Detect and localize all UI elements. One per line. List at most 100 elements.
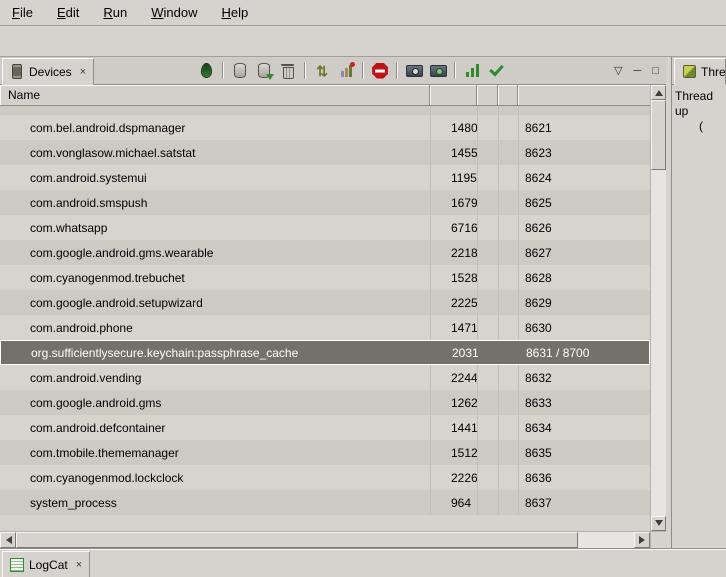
process-table-body: com.bel.android.dspmanager14808621com.vo…	[0, 106, 650, 531]
scroll-right-button[interactable]	[634, 532, 650, 548]
table-row[interactable]: system_process9648637	[0, 490, 650, 515]
table-row[interactable]: com.cyanogenmod.lockclock22265 8636	[0, 465, 650, 490]
tab-devices-close-icon[interactable]: ×	[80, 66, 86, 78]
process-port-cell: 8633	[518, 390, 650, 415]
column-header-port[interactable]	[518, 85, 650, 105]
empty-cell	[478, 341, 499, 364]
table-row[interactable]: com.bel.android.dspmanager14808621	[0, 115, 650, 140]
table-row[interactable]: com.vonglasow.michael.satstat145538623	[0, 140, 650, 165]
table-row[interactable]: com.android.vending224408632	[0, 365, 650, 390]
tab-devices-label: Devices	[29, 65, 72, 79]
menu-file[interactable]: File	[12, 5, 33, 20]
horizontal-scroll-track[interactable]	[578, 532, 634, 548]
empty-cell	[498, 140, 518, 165]
empty-cell	[498, 465, 518, 490]
table-row[interactable]: com.google.android.gms126238633	[0, 390, 650, 415]
process-name-cell: com.cyanogenmod.trebuchet	[0, 265, 430, 290]
horizontal-scrollbar[interactable]	[0, 531, 650, 548]
debug-process-icon[interactable]	[194, 60, 218, 82]
start-method-profiling-icon[interactable]	[334, 60, 358, 82]
empty-cell	[477, 465, 498, 490]
threads-content: Thread up (	[672, 85, 726, 548]
vertical-scroll-thumb[interactable]	[651, 100, 666, 170]
process-name-cell: com.vonglasow.michael.satstat	[0, 140, 430, 165]
process-name-cell: com.google.android.gms.wearable	[0, 240, 430, 265]
empty-cell	[498, 240, 518, 265]
table-row[interactable]: com.google.android.setupwizard22250 8629	[0, 290, 650, 315]
table-row[interactable]: com.google.android.gms.wearable221858627	[0, 240, 650, 265]
table-row[interactable]: com.android.smspush16798625	[0, 190, 650, 215]
logcat-icon	[10, 558, 24, 572]
main-area: Devices × ▽ ─ □ Name	[0, 57, 726, 548]
sysinfo-icon[interactable]	[460, 60, 484, 82]
scroll-up-button[interactable]	[651, 85, 666, 100]
empty-cell	[477, 190, 498, 215]
menu-edit[interactable]: Edit	[57, 5, 79, 20]
process-name-cell: com.cyanogenmod.lockclock	[0, 465, 430, 490]
menu-window[interactable]: Window	[151, 5, 197, 20]
empty-cell	[477, 490, 498, 515]
vertical-scrollbar[interactable]	[650, 85, 666, 531]
maximize-icon[interactable]: □	[652, 65, 659, 77]
empty-cell	[498, 315, 518, 340]
toolbar-strip	[0, 26, 726, 57]
column-header-pid[interactable]	[430, 85, 477, 105]
process-port-cell: 8623	[518, 140, 650, 165]
toolbar-separator	[396, 62, 398, 79]
tab-logcat-close-icon[interactable]: ×	[76, 559, 82, 571]
tab-threads[interactable]: Threa	[674, 58, 726, 85]
column-header-name[interactable]: Name	[0, 85, 430, 105]
process-name-cell: com.bel.android.dspmanager	[0, 115, 430, 140]
process-name-cell: com.google.android.gms	[0, 390, 430, 415]
process-port-cell: 8636	[518, 465, 650, 490]
stop-process-icon[interactable]	[368, 60, 392, 82]
cause-gc-icon[interactable]	[276, 60, 300, 82]
column-header-empty1[interactable]	[477, 85, 498, 105]
menu-help[interactable]: Help	[221, 5, 248, 20]
process-pid-cell: 6716	[430, 215, 477, 240]
menu-run[interactable]: Run	[103, 5, 127, 20]
column-header-empty2[interactable]	[498, 85, 518, 105]
empty-cell	[498, 490, 518, 515]
tracer-icon[interactable]	[484, 60, 508, 82]
table-row[interactable]: com.android.systemui11958624	[0, 165, 650, 190]
process-pid-cell: 22250	[430, 290, 477, 315]
process-pid-cell: 1480	[430, 115, 477, 140]
table-row[interactable]: com.android.phone14718630	[0, 315, 650, 340]
tab-devices[interactable]: Devices ×	[2, 58, 94, 85]
empty-cell	[477, 240, 498, 265]
minimize-icon[interactable]: ─	[634, 65, 642, 77]
arrow-left-icon	[2, 536, 12, 544]
empty-cell	[477, 415, 498, 440]
table-header: Name	[0, 85, 650, 106]
dump-hprof-icon[interactable]	[252, 60, 276, 82]
view-menu-icon[interactable]: ▽	[614, 64, 622, 77]
toolbar-separator	[362, 62, 364, 79]
screen-capture-icon[interactable]	[402, 60, 426, 82]
scrollbar-corner	[650, 531, 666, 548]
update-heap-icon[interactable]	[228, 60, 252, 82]
empty-cell	[477, 215, 498, 240]
horizontal-scroll-thumb[interactable]	[16, 532, 578, 548]
process-pid-cell: 22185	[430, 240, 477, 265]
process-port-cell: 8637	[518, 490, 650, 515]
vertical-scroll-track[interactable]	[651, 170, 666, 516]
table-row-partial	[0, 106, 650, 115]
scroll-down-button[interactable]	[651, 516, 666, 531]
tab-logcat[interactable]: LogCat ×	[2, 551, 90, 577]
table-row[interactable]: com.android.defcontainer144118634	[0, 415, 650, 440]
capture-video-icon[interactable]	[426, 60, 450, 82]
table-row[interactable]: com.tmobile.thememanager15128635	[0, 440, 650, 465]
table-row[interactable]: com.whatsapp67168626	[0, 215, 650, 240]
process-name-cell: org.sufficientlysecure.keychain:passphra…	[1, 341, 431, 364]
process-name-cell: com.google.android.setupwizard	[0, 290, 430, 315]
process-pid-cell: 22265	[430, 465, 477, 490]
table-row[interactable]: org.sufficientlysecure.keychain:passphra…	[0, 340, 650, 365]
process-pid-cell: 14411	[430, 415, 477, 440]
table-row[interactable]: com.cyanogenmod.trebuchet15288628	[0, 265, 650, 290]
scroll-left-button[interactable]	[0, 532, 16, 548]
update-threads-icon[interactable]	[310, 60, 334, 82]
process-port-cell: 8628	[518, 265, 650, 290]
process-port-cell: 8629	[518, 290, 650, 315]
process-port-cell	[518, 106, 650, 115]
